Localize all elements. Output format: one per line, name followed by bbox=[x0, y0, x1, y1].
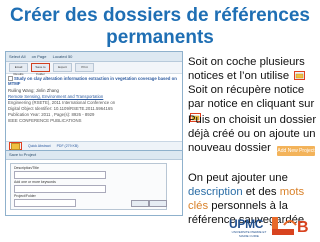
save-to-folder-button[interactable]: Save to Folder bbox=[31, 63, 50, 76]
step3-text-a: On peut ajouter une bbox=[188, 172, 288, 184]
record-title[interactable]: Study on clay alteration information ext… bbox=[8, 76, 178, 87]
save-button[interactable] bbox=[131, 200, 149, 207]
save-folder-toolbar-icon bbox=[294, 70, 306, 80]
folder-label: Project/Folder bbox=[14, 194, 36, 198]
step1-text-a: Soit on coche plusieurs notices et l’on … bbox=[188, 56, 305, 82]
save-folder-highlight[interactable] bbox=[9, 142, 22, 150]
svg-text:B: B bbox=[297, 219, 309, 236]
keywords-label: Add one or more keywords bbox=[14, 180, 56, 184]
print-button[interactable]: Print bbox=[75, 63, 94, 72]
folder-select[interactable] bbox=[14, 199, 76, 207]
record-authors: Ruiling Wang; Jinlin Zhang bbox=[8, 88, 59, 93]
slide-title-line1: Créer des dossiers de références bbox=[10, 5, 310, 26]
cancel-button[interactable] bbox=[149, 200, 167, 207]
save-project-screenshot: Save to Project Description/Title Add on… bbox=[5, 150, 183, 216]
description-field[interactable] bbox=[14, 171, 106, 179]
step3-text-c: et des bbox=[242, 186, 280, 198]
record-actions: Quick Abstract PDF (279 KB) bbox=[6, 141, 182, 150]
record-source-line2: Engineering (RSETE), 2011 International … bbox=[8, 100, 116, 105]
slide-title-line2: permanents bbox=[106, 27, 214, 48]
record-doi: Digital Object Identifier: 10.1109/RSETE… bbox=[8, 106, 113, 111]
library-logo: B bbox=[272, 215, 317, 237]
description-label: Description/Title bbox=[14, 166, 39, 170]
email-results-button[interactable]: Email Results bbox=[9, 63, 28, 76]
results-header: Select All on Page Located 50 bbox=[6, 52, 182, 62]
pdf-link[interactable]: PDF (279 KB) bbox=[57, 144, 79, 148]
upmc-logo: UPMC UNIVERSITE PIERRE ET MARIE CURIE bbox=[229, 215, 269, 238]
instruction-step2: Puis on choisit un dossier déjà créé ou … bbox=[188, 113, 318, 156]
upmc-logo-text: UPMC bbox=[229, 217, 264, 231]
step1-text-b: Soit on récupère notice par notice en cl… bbox=[188, 84, 315, 110]
results-toolbar: Email Results Save to Folder Export Prin… bbox=[6, 62, 182, 76]
record-pub-year: Publication Year: 2011 , Page(s): 8926 -… bbox=[8, 112, 95, 117]
save-project-form: Description/Title Add one or more keywor… bbox=[10, 163, 167, 210]
quick-abstract-link[interactable]: Quick Abstract bbox=[28, 144, 51, 148]
keywords-field[interactable] bbox=[14, 185, 106, 193]
record-source-line1[interactable]: Remote Sensing, Environment and Transpor… bbox=[8, 94, 103, 99]
results-screenshot: Select All on Page Located 50 Email Resu… bbox=[5, 51, 183, 151]
save-project-header: Save to Project bbox=[6, 151, 182, 160]
folder-icon bbox=[11, 142, 20, 150]
record-type: IEEE CONFERENCE PUBLICATIONS bbox=[8, 118, 82, 123]
description-keyword: description bbox=[188, 186, 243, 198]
export-button[interactable]: Export bbox=[53, 63, 72, 72]
select-all-link[interactable]: Select All bbox=[9, 54, 25, 59]
located-count: Located 50 bbox=[52, 54, 73, 59]
on-page-label: on Page bbox=[31, 54, 47, 59]
add-new-project-button: Add New Project bbox=[277, 146, 316, 156]
upmc-logo-subtitle: UNIVERSITE PIERRE ET MARIE CURIE bbox=[231, 230, 267, 238]
